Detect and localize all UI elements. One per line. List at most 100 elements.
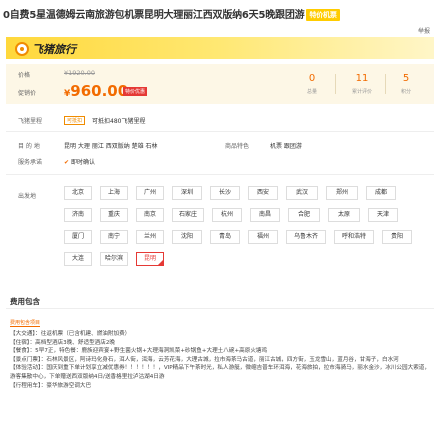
city-option-label: 西安 <box>256 189 269 196</box>
promo-price: ¥960.00 <box>64 81 128 100</box>
city-option[interactable]: 西安 <box>248 186 278 200</box>
pig-logo-icon <box>15 42 29 56</box>
city-option[interactable]: 大连 <box>64 252 92 266</box>
price-panel: 价格 ¥1920.00 促销价 ¥960.00 特价优惠 0 总量 11 累计评… <box>6 64 434 104</box>
city-option[interactable]: 青岛 <box>210 230 240 244</box>
city-option-label: 石家庄 <box>178 211 197 218</box>
price-badge: 特价优惠 <box>123 87 148 96</box>
selected-corner-icon <box>158 260 163 265</box>
city-option[interactable]: 广州 <box>136 186 164 200</box>
service-text: 即时确认 <box>70 159 95 166</box>
city-option[interactable]: 福州 <box>248 230 278 244</box>
destination-label: 目 的 地 <box>18 143 40 150</box>
city-option[interactable]: 哈尔滨 <box>100 252 128 266</box>
city-option[interactable]: 深圳 <box>172 186 202 200</box>
features-label: 商品特色 <box>225 143 250 150</box>
city-option[interactable]: 长沙 <box>210 186 240 200</box>
city-option[interactable]: 兰州 <box>136 230 164 244</box>
stat-reviews[interactable]: 11 累计评价 <box>342 73 382 95</box>
city-option-label: 南宁 <box>107 233 120 240</box>
fee-details: 【大交通】：往返机票（已含机建、燃油附加费） 【住宿】：高档型酒店3晚、舒适型酒… <box>10 330 434 390</box>
city-option-label: 厦门 <box>71 233 84 240</box>
city-option-label: 兰州 <box>143 233 156 240</box>
service-value: ✔ 即时确认 <box>64 157 95 166</box>
city-option[interactable]: 上海 <box>100 186 128 200</box>
city-option[interactable]: 南京 <box>136 208 164 222</box>
city-option-label: 杭州 <box>220 211 233 218</box>
city-option-label: 北京 <box>71 189 84 196</box>
city-option[interactable]: 郑州 <box>326 186 358 200</box>
stat-points-value: 5 <box>402 73 410 84</box>
orig-price-label: 价格 <box>18 72 31 79</box>
city-option[interactable]: 南宁 <box>100 230 128 244</box>
city-option[interactable]: 乌鲁木齐 <box>286 230 326 244</box>
city-option-label: 武汉 <box>295 189 308 196</box>
city-option[interactable]: 武汉 <box>286 186 318 200</box>
city-option[interactable]: 厦门 <box>64 230 92 244</box>
city-option-label: 贵阳 <box>390 233 403 240</box>
city-option-label: 南京 <box>143 211 156 218</box>
stat-divider <box>335 74 336 94</box>
city-option-label: 成都 <box>374 189 387 196</box>
city-option-label: 呼和浩特 <box>341 233 366 240</box>
city-option[interactable]: 南昌 <box>250 208 280 222</box>
divider <box>6 131 434 132</box>
city-option[interactable]: 石家庄 <box>172 208 204 222</box>
product-title: 0自费5星温德姆云南旅游包机票昆明大理丽江西双版纳6天5晚跟团游 特价机票 <box>3 6 340 21</box>
city-option-label: 天津 <box>376 211 389 218</box>
fees-section-title: 费用包含 <box>10 297 40 306</box>
brand-logo[interactable]: 飞猪旅行 <box>15 41 76 57</box>
stat-sales-value: 0 <box>308 73 316 84</box>
city-option-label: 青岛 <box>218 233 231 240</box>
brand-name: 飞猪旅行 <box>32 43 76 56</box>
service-label: 服务承诺 <box>18 159 43 166</box>
city-option-label: 哈尔滨 <box>104 255 123 262</box>
city-option-label: 郑州 <box>335 189 348 196</box>
city-option-label: 昆明 <box>143 255 156 262</box>
city-option-label: 上海 <box>107 189 120 196</box>
city-option[interactable]: 呼和浩特 <box>334 230 374 244</box>
brand-bar: 飞猪旅行 <box>6 37 434 59</box>
checkmark-icon: ✔ <box>64 159 71 166</box>
stat-reviews-label: 累计评价 <box>351 89 372 95</box>
flight-miles-label: 飞猪里程 <box>18 118 43 125</box>
city-option-label: 沈阳 <box>180 233 193 240</box>
city-option-label: 济南 <box>71 211 84 218</box>
fee-line: 【景点门票】：石林风景区，阿诗玛化身石，洱人街，洱海，云芳花海，大理古城，拉市海… <box>10 356 399 363</box>
city-option-label: 长沙 <box>218 189 231 196</box>
fee-line: 【行程用车】：豪华旅游空调大巴 <box>10 382 92 389</box>
title-badge: 特价机票 <box>306 9 340 21</box>
city-option[interactable]: 杭州 <box>212 208 242 222</box>
departure-label: 出发地 <box>18 193 37 200</box>
stat-points-label: 积分 <box>400 89 411 95</box>
city-option-label: 太原 <box>337 211 350 218</box>
city-option-label: 福州 <box>256 233 269 240</box>
promo-price-value: 960.00 <box>70 82 129 100</box>
city-option[interactable]: 重庆 <box>100 208 128 222</box>
fee-line: 【体验活动】：国庆到重下单计划享立减优惠券！！！！！！，VIP精品下午茶时光，私… <box>10 365 430 380</box>
fees-tab[interactable]: 费用包含项目 <box>10 319 41 327</box>
city-option[interactable]: 太原 <box>328 208 360 222</box>
report-link[interactable]: 举报 <box>418 26 430 35</box>
city-option[interactable]: 沈阳 <box>172 230 202 244</box>
promo-price-label: 促销价 <box>18 90 37 97</box>
city-option[interactable]: 北京 <box>64 186 92 200</box>
stat-reviews-value: 11 <box>355 73 369 84</box>
city-option[interactable]: 天津 <box>368 208 398 222</box>
city-option-label: 乌鲁木齐 <box>293 233 318 240</box>
city-option[interactable]: 昆明 <box>136 252 164 266</box>
city-option-label: 南昌 <box>258 211 271 218</box>
city-option-label: 合肥 <box>297 211 310 218</box>
city-option-label: 重庆 <box>107 211 120 218</box>
destination-value: 昆明 大理 丽江 西双版纳 楚雄 石林 <box>64 143 158 150</box>
stat-sales: 0 总量 <box>292 73 332 95</box>
city-option-label: 深圳 <box>180 189 193 196</box>
divider <box>6 174 434 175</box>
city-option[interactable]: 成都 <box>366 186 396 200</box>
fee-line: 【住宿】：高档型酒店3晚、舒适型酒店2晚 <box>10 339 116 346</box>
product-title-text: 0自费5星温德姆云南旅游包机票昆明大理丽江西双版纳6天5晚跟团游 <box>3 10 305 21</box>
stat-sales-label: 总量 <box>306 89 317 95</box>
city-option[interactable]: 济南 <box>64 208 92 222</box>
city-option[interactable]: 合肥 <box>288 208 320 222</box>
city-option[interactable]: 贵阳 <box>382 230 412 244</box>
